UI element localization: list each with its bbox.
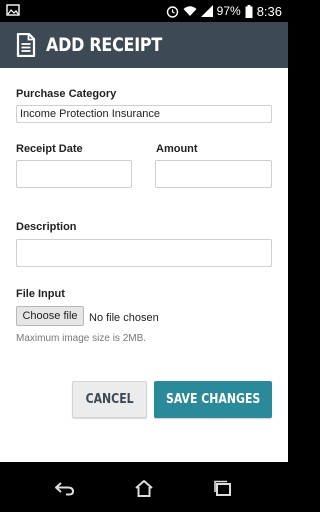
wifi-icon	[183, 6, 197, 16]
receipt-date-input[interactable]	[16, 160, 132, 188]
cancel-button[interactable]: CANCEL	[72, 381, 147, 418]
purchase-category-select[interactable]: Income Protection Insurance	[16, 105, 272, 123]
page-title: ADD RECEIPT	[46, 34, 162, 56]
description-label: Description	[16, 221, 77, 233]
document-icon	[16, 33, 36, 57]
cancel-button-label: CANCEL	[85, 392, 134, 407]
file-status-text: No file chosen	[89, 312, 159, 324]
signal-icon	[200, 5, 213, 17]
receipt-date-label: Receipt Date	[16, 143, 83, 155]
purchase-category-label: Purchase Category	[16, 88, 117, 100]
alarm-icon	[166, 5, 178, 18]
clock-time: 8:36	[256, 3, 282, 19]
amount-label: Amount	[156, 143, 198, 155]
save-changes-button-label: SAVE CHANGES	[165, 392, 261, 407]
home-icon[interactable]	[133, 479, 155, 497]
battery-percent: 97%	[216, 4, 241, 18]
save-changes-button[interactable]: SAVE CHANGES	[154, 381, 272, 418]
file-input-label: File Input	[16, 288, 65, 300]
description-input[interactable]	[16, 239, 272, 267]
amount-input[interactable]	[155, 160, 272, 188]
app-bar: ADD RECEIPT	[0, 22, 288, 68]
choose-file-button[interactable]: Choose file	[16, 306, 84, 326]
status-bar: 97% 8:36	[0, 0, 288, 22]
file-input: Choose file No file chosen	[16, 306, 159, 326]
back-icon[interactable]	[54, 479, 76, 497]
file-size-hint: Maximum image size is 2MB.	[16, 333, 147, 344]
image-notification-icon	[6, 4, 20, 16]
system-navigation-bar	[0, 462, 288, 512]
battery-icon	[245, 4, 253, 18]
recent-apps-icon[interactable]	[212, 479, 234, 497]
receipt-form: Purchase Category Income Protection Insu…	[0, 68, 288, 462]
